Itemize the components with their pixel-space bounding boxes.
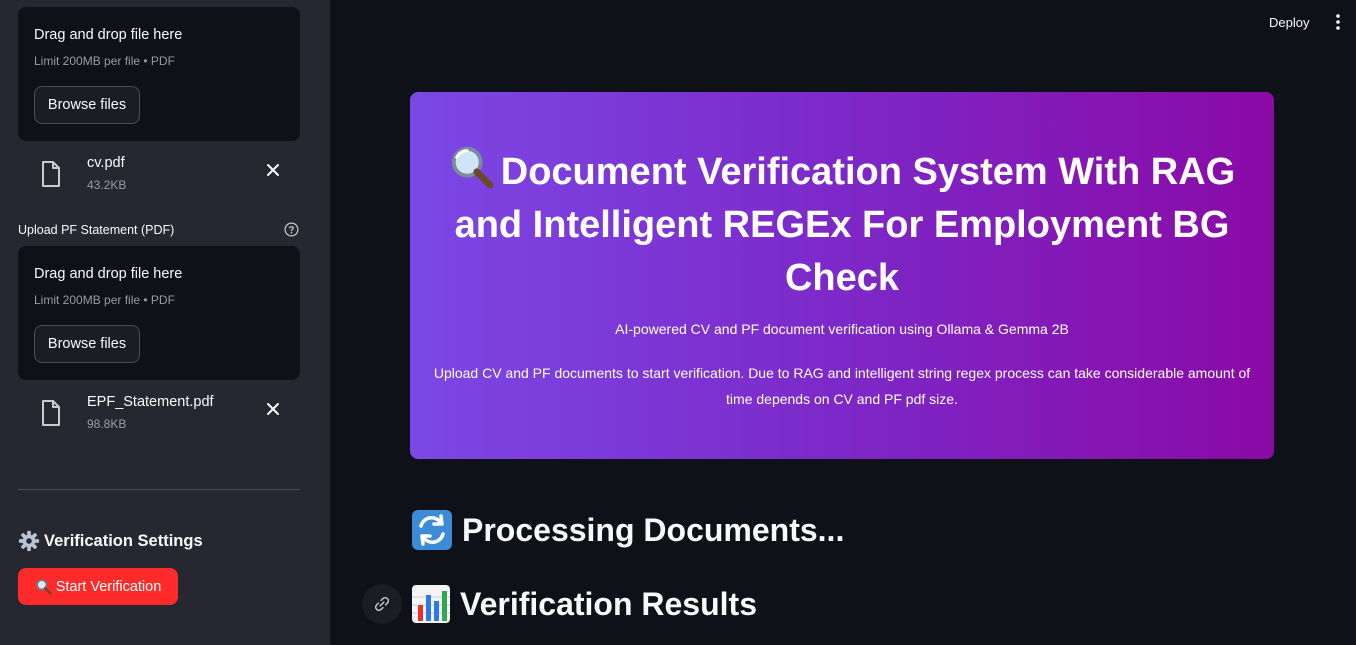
processing-heading-text: Processing Documents... (462, 511, 845, 548)
app-root: Drag and drop file here Limit 200MB per … (0, 0, 1356, 645)
pf-browse-files-button[interactable]: Browse files (34, 325, 140, 363)
hero-description-line: time depends on CV and PF pdf size. (726, 391, 958, 407)
pf-dropzone[interactable]: Drag and drop file here Limit 200MB per … (18, 246, 300, 380)
file-icon (42, 161, 60, 187)
pf-file-size: 98.8KB (87, 417, 127, 431)
cv-file-size: 43.2KB (87, 178, 127, 192)
heading-anchor-link[interactable] (362, 584, 402, 624)
refresh-icon (412, 510, 452, 550)
magnifier-icon (35, 579, 52, 595)
deploy-button[interactable]: Deploy (1269, 15, 1309, 30)
start-verification-button[interactable]: Start Verification (18, 568, 178, 605)
hero-banner: Document Verification System With RAG an… (410, 92, 1274, 459)
cv-dropzone[interactable]: Drag and drop file here Limit 200MB per … (18, 7, 300, 141)
sidebar-divider (18, 489, 300, 490)
pf-uploaded-file: EPF_Statement.pdf 98.8KB (18, 394, 300, 440)
help-circle-icon[interactable] (284, 222, 299, 237)
bar-chart-icon (412, 585, 450, 623)
results-heading: Verification Results (410, 583, 757, 625)
page-title-text: Document Verification System With RAG an… (454, 151, 1236, 299)
close-icon[interactable] (264, 161, 282, 179)
hero-subtitle: AI-powered CV and PF document verificati… (615, 321, 1069, 337)
cv-file-name: cv.pdf (87, 155, 125, 171)
magnifier-icon (451, 146, 494, 189)
pf-dropzone-title: Drag and drop file here (34, 266, 183, 282)
cv-uploaded-file: cv.pdf 43.2KB (18, 155, 300, 201)
close-icon[interactable] (264, 400, 282, 418)
hero-description-line: Upload CV and PF documents to start veri… (433, 365, 1251, 381)
start-verification-label: Start Verification (55, 578, 162, 595)
verification-settings-label: Verification Settings (44, 531, 203, 550)
kebab-menu-icon[interactable] (1334, 13, 1342, 31)
pf-dropzone-limit: Limit 200MB per file • PDF (34, 293, 175, 307)
processing-heading: Processing Documents... (410, 508, 844, 552)
sidebar: Drag and drop file here Limit 200MB per … (0, 0, 330, 645)
page-title: Document Verification System With RAG an… (424, 144, 1260, 305)
cv-dropzone-limit: Limit 200MB per file • PDF (34, 54, 175, 68)
pf-file-name: EPF_Statement.pdf (87, 394, 214, 410)
cv-browse-files-button[interactable]: Browse files (34, 86, 140, 124)
link-icon (374, 596, 390, 612)
file-icon (42, 400, 60, 426)
gear-icon (18, 530, 40, 552)
results-heading-text: Verification Results (460, 585, 757, 622)
hero-description: Upload CV and PF documents to start veri… (410, 360, 1274, 412)
verification-settings-heading: Verification Settings (18, 530, 203, 552)
pf-upload-label: Upload PF Statement (PDF) (18, 223, 175, 237)
cv-dropzone-title: Drag and drop file here (34, 27, 183, 43)
